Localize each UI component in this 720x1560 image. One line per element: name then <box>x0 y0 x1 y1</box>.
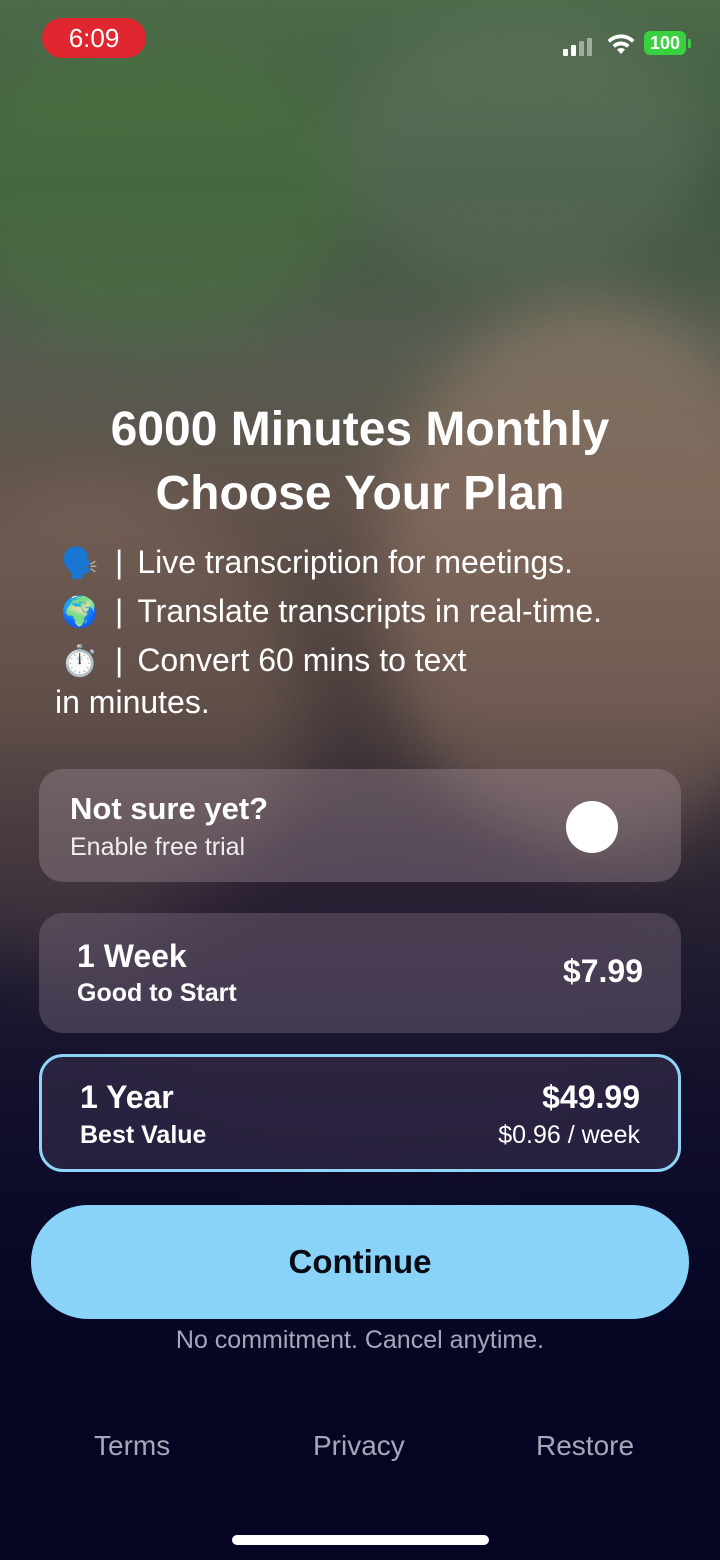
plan-price: $7.99 <box>562 953 643 989</box>
plan-option-year[interactable]: 1 Year Best Value $49.99 $0.96 / week <box>39 1054 681 1172</box>
cellular-signal-icon <box>563 38 593 56</box>
home-indicator[interactable] <box>232 1535 489 1545</box>
globe-icon: 🌍 <box>61 596 99 629</box>
plan-name: 1 Year <box>80 1079 174 1115</box>
status-time: 6:09 <box>42 18 146 58</box>
feature-translate: 🌍 | Translate transcripts in real-time. <box>55 591 602 633</box>
trial-title: Not sure yet? <box>70 791 269 826</box>
battery-tip <box>688 39 691 48</box>
feature-text: Translate transcripts in real-time. <box>137 593 603 629</box>
plan-option-week[interactable]: 1 Week Good to Start $7.99 <box>39 913 681 1033</box>
status-bar: 6:09 100 <box>0 0 720 80</box>
wifi-icon <box>607 34 635 54</box>
terms-link[interactable]: Terms <box>94 1430 170 1462</box>
plan-name: 1 Week <box>77 938 187 974</box>
free-trial-toggle[interactable] <box>566 801 618 853</box>
plan-price: $49.99 <box>542 1079 640 1115</box>
feature-convert: ⏱️ | Convert 60 mins to text <box>55 640 466 682</box>
feature-convert-continuation: in minutes. <box>55 684 210 720</box>
free-trial-card[interactable]: Not sure yet? Enable free trial <box>39 769 681 882</box>
feature-text: Convert 60 mins to text <box>137 642 467 678</box>
speaking-head-icon: 🗣️ <box>61 547 99 580</box>
restore-link[interactable]: Restore <box>536 1430 634 1462</box>
headline-minutes: 6000 Minutes Monthly <box>110 403 610 456</box>
plan-tagline: Best Value <box>80 1121 207 1149</box>
feature-live-transcription: 🗣️ | Live transcription for meetings. <box>55 542 573 584</box>
feature-text: Live transcription for meetings. <box>137 544 574 580</box>
battery-icon: 100 <box>644 31 686 55</box>
cancel-note: No commitment. Cancel anytime. <box>175 1326 545 1354</box>
privacy-link[interactable]: Privacy <box>313 1430 405 1462</box>
stopwatch-icon: ⏱️ <box>61 645 99 678</box>
plan-tagline: Good to Start <box>77 979 237 1007</box>
continue-button[interactable]: Continue <box>31 1205 689 1319</box>
trial-subtitle: Enable free trial <box>70 833 246 861</box>
plan-per-week-price: $0.96 / week <box>498 1121 640 1149</box>
headline-choose-plan: Choose Your Plan <box>155 467 565 520</box>
